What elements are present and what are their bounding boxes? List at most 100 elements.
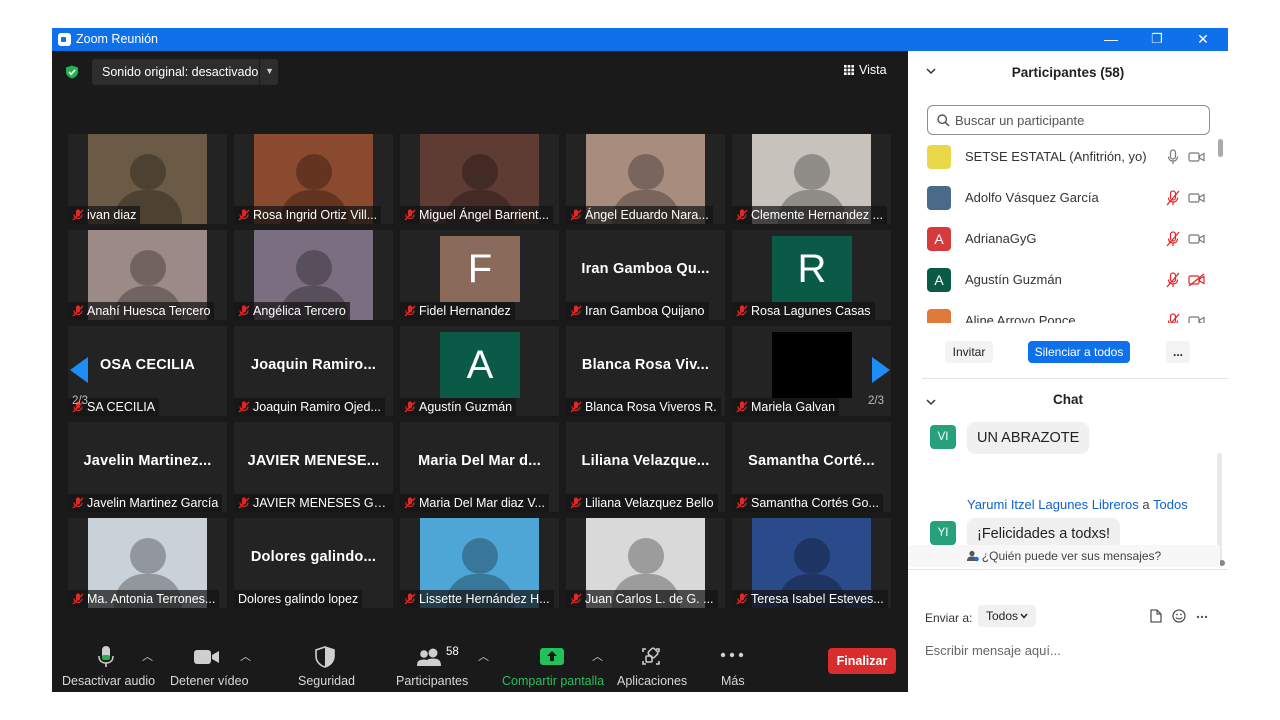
restore-button[interactable]: ❐: [1142, 29, 1172, 49]
chat-to-word: a: [1142, 497, 1150, 512]
participant-video-tile[interactable]: Clemente Hernandez ...: [732, 134, 891, 224]
participant-name-label: Dolores galindo lopez: [234, 590, 363, 608]
participant-name-label: Angélica Tercero: [234, 302, 350, 320]
participant-video-tile[interactable]: Samantha Corté... Samantha Cortés Go...: [732, 422, 891, 512]
more-options-button[interactable]: ...: [1166, 341, 1190, 363]
participant-video-tile[interactable]: R Rosa Lagunes Casas: [732, 230, 891, 320]
participant-name-label: Teresa Isabel Esteves...: [732, 590, 888, 608]
participant-name-label: Mariela Galvan: [732, 398, 840, 416]
muted-mic-icon: [404, 593, 416, 605]
participant-video-tile[interactable]: Anahí Huesca Tercero: [68, 230, 227, 320]
microphone-icon[interactable]: [1166, 149, 1180, 165]
close-button[interactable]: ✕: [1188, 29, 1218, 49]
participant-display-name: Dolores galindo...: [250, 549, 377, 565]
participant-video-tile[interactable]: A Agustín Guzmán: [400, 326, 559, 416]
divider: [259, 59, 260, 85]
participant-search-input[interactable]: Buscar un participante: [927, 105, 1210, 135]
divider: [922, 378, 1228, 379]
camera-icon[interactable]: [1188, 150, 1205, 164]
camera-off-icon[interactable]: [1188, 273, 1205, 287]
meeting-toolbar: Desactivar audio ︿ Detener vídeo ︿ Segur…: [52, 636, 908, 692]
end-meeting-button[interactable]: Finalizar: [828, 648, 896, 674]
file-icon[interactable]: [1150, 609, 1162, 623]
emoji-icon[interactable]: [1172, 609, 1186, 623]
send-to-dropdown[interactable]: Todos: [978, 605, 1036, 627]
participant-name: Rosa Lagunes Casas: [751, 304, 871, 318]
participant-video-tile[interactable]: Javelin Martinez... Javelin Martinez Garc…: [68, 422, 227, 512]
encryption-shield-icon[interactable]: [65, 65, 79, 79]
camera-icon[interactable]: [1188, 232, 1205, 246]
chat-message-input[interactable]: Escribir mensaje aquí...: [925, 643, 1061, 658]
participant-video-tile[interactable]: Lissette Hernández H...: [400, 518, 559, 608]
invite-button[interactable]: Invitar: [945, 341, 993, 363]
chat-sender-name[interactable]: Yarumi Itzel Lagunes Libreros: [967, 497, 1139, 512]
more-button[interactable]: Más: [712, 636, 752, 692]
participant-video-tile[interactable]: Juan Carlos L. de G. ...: [566, 518, 725, 608]
stop-video-label: Detener vídeo: [170, 674, 249, 688]
participant-video-tile[interactable]: Rosa Ingrid Ortiz Vill...: [234, 134, 393, 224]
participant-list-item[interactable]: Aline Arroyo Ponce: [908, 301, 1220, 323]
participant-video-tile[interactable]: OSA CECILIA SA CECILIA: [68, 326, 227, 416]
participant-video-tile[interactable]: Angélica Tercero: [234, 230, 393, 320]
video-options-chevron-icon[interactable]: ︿: [240, 648, 251, 664]
muted-mic-icon[interactable]: [1166, 272, 1180, 288]
muted-mic-icon[interactable]: [1166, 313, 1180, 323]
camera-icon[interactable]: [1188, 191, 1205, 205]
participant-display-name: Maria Del Mar d...: [418, 453, 541, 469]
participant-video-tile[interactable]: Joaquin Ramiro... Joaquin Ramiro Ojed...: [234, 326, 393, 416]
participant-video-tile[interactable]: JAVIER MENESE... JAVIER MENESES GA...: [234, 422, 393, 512]
participant-name-label: Samantha Cortés Go...: [732, 494, 883, 512]
participant-video-tile[interactable]: Teresa Isabel Esteves...: [732, 518, 891, 608]
more-chat-options-icon[interactable]: [1196, 615, 1208, 619]
participant-video-tile[interactable]: Ma. Antonia Terrones...: [68, 518, 227, 608]
participant-name-label: Liliana Velazquez Bello: [566, 494, 718, 512]
share-options-chevron-icon[interactable]: ︿: [592, 648, 603, 664]
participant-video-tile[interactable]: F Fidel Hernandez: [400, 230, 559, 320]
muted-mic-icon: [238, 209, 250, 221]
chevron-down-icon[interactable]: ▼: [265, 66, 274, 76]
participant-list-scrollbar[interactable]: [1218, 139, 1223, 323]
participant-video-tile[interactable]: Maria Del Mar d... Maria Del Mar diaz V..…: [400, 422, 559, 512]
chat-sender[interactable]: Yarumi Itzel Lagunes Libreros a Todos: [967, 497, 1188, 512]
minimize-button[interactable]: —: [1096, 29, 1126, 49]
mute-audio-button[interactable]: Desactivar audio: [62, 636, 155, 692]
participant-video-tile[interactable]: Ángel Eduardo Nara...: [566, 134, 725, 224]
participant-name-label: Miguel Ángel Barrient...: [400, 206, 553, 224]
participant-list-item[interactable]: A Agustín Guzmán: [908, 260, 1220, 301]
apps-button[interactable]: Aplicaciones: [616, 636, 687, 692]
participant-list-item[interactable]: A AdrianaGyG: [908, 219, 1220, 260]
audio-options-chevron-icon[interactable]: ︿: [142, 648, 153, 664]
security-button[interactable]: Seguridad: [292, 636, 358, 692]
participant-name: Lissette Hernández H...: [419, 592, 550, 606]
participant-video-tile[interactable]: ivan diaz: [68, 134, 227, 224]
participant-name: Teresa Isabel Esteves...: [751, 592, 884, 606]
participants-button[interactable]: 58 Participantes: [392, 636, 472, 692]
participant-list-item[interactable]: Adolfo Vásquez García: [908, 178, 1220, 219]
participant-video-tile[interactable]: Iran Gamboa Qu... Iran Gamboa Quijano: [566, 230, 725, 320]
view-label: Vista: [859, 63, 887, 77]
muted-mic-icon: [736, 401, 748, 413]
previous-page-arrow-icon[interactable]: [70, 357, 88, 383]
stop-video-button[interactable]: Detener vídeo: [168, 636, 249, 692]
page-indicator-right: 2/3: [868, 395, 884, 407]
participant-list-item[interactable]: SETSE ESTATAL (Anfitrión, yo): [908, 143, 1220, 178]
participant-video-tile[interactable]: Dolores galindo... Dolores galindo lopez: [234, 518, 393, 608]
next-page-arrow-icon[interactable]: [872, 357, 890, 383]
security-shield-icon: [315, 646, 335, 668]
original-sound-button[interactable]: Sonido original: desactivado ▼: [92, 59, 278, 85]
participant-video-tile[interactable]: Liliana Velazque... Liliana Velazquez Bel…: [566, 422, 725, 512]
participants-label: Participantes: [396, 674, 469, 688]
camera-icon[interactable]: [1188, 314, 1205, 323]
participant-video-tile[interactable]: Miguel Ángel Barrient...: [400, 134, 559, 224]
chat-recipient[interactable]: Todos: [1153, 497, 1188, 512]
participant-display-name: JAVIER MENESE...: [247, 453, 380, 469]
mute-all-button[interactable]: Silenciar a todos: [1028, 341, 1130, 363]
share-screen-button[interactable]: Compartir pantalla: [502, 636, 604, 692]
participant-video-tile[interactable]: Blanca Rosa Viv... Blanca Rosa Viveros R.: [566, 326, 725, 416]
participant-name: Samantha Cortés Go...: [751, 496, 879, 510]
participants-options-chevron-icon[interactable]: ︿: [478, 648, 489, 664]
muted-mic-icon[interactable]: [1166, 190, 1180, 206]
who-can-see-messages[interactable]: ¿Quién puede ver sus mensajes?: [908, 545, 1220, 567]
muted-mic-icon[interactable]: [1166, 231, 1180, 247]
participant-list: SETSE ESTATAL (Anfitrión, yo) Adolfo Vásq…: [908, 143, 1220, 323]
